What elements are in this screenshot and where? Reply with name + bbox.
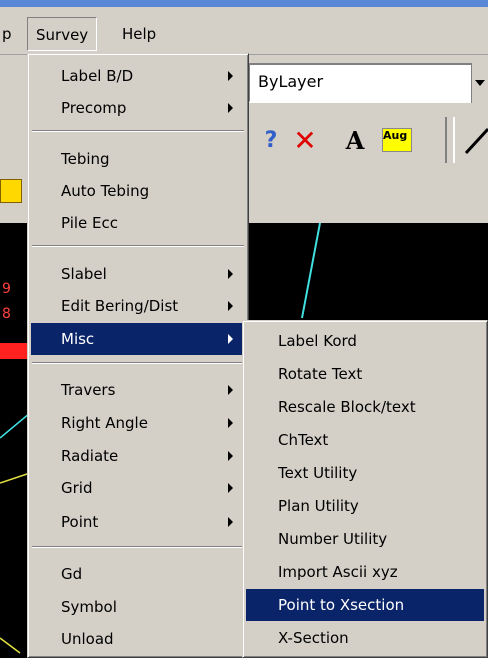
chevron-right-icon <box>228 103 233 113</box>
text-a-icon[interactable]: A <box>340 123 370 157</box>
misc-submenu: Label Kord Rotate Text Rescale Block/tex… <box>242 320 488 658</box>
chevron-right-icon <box>228 301 233 311</box>
menu-item-radiate[interactable]: Radiate <box>31 440 245 472</box>
chevron-right-icon <box>228 451 233 461</box>
chevron-down-icon[interactable] <box>471 63 488 103</box>
toolbar-left-edge <box>0 117 8 157</box>
menu-item-symbol[interactable]: Symbol <box>31 591 245 623</box>
chevron-right-icon <box>228 71 233 81</box>
menu-item-pile-ecc[interactable]: Pile Ecc <box>31 207 245 239</box>
submenu-item-plan-utility[interactable]: Plan Utility <box>246 490 484 522</box>
chevron-right-icon <box>228 385 233 395</box>
menubar-item-survey[interactable]: Survey <box>27 17 98 51</box>
aug-icon[interactable]: Aug <box>382 123 412 157</box>
menu-item-grid[interactable]: Grid <box>31 472 245 504</box>
window-titlebar <box>0 0 488 7</box>
chevron-right-icon <box>228 334 233 344</box>
chevron-right-icon <box>228 517 233 527</box>
menu-item-unload[interactable]: Unload <box>31 623 245 655</box>
toolbar-separator <box>445 117 455 163</box>
line-tool-icon[interactable] <box>458 127 488 155</box>
chevron-right-icon <box>228 269 233 279</box>
close-icon[interactable]: ✕ <box>290 123 320 157</box>
submenu-item-rescale-block-text[interactable]: Rescale Block/text <box>246 391 484 423</box>
layer-combo-value: ByLayer <box>258 72 324 91</box>
submenu-item-number-utility[interactable]: Number Utility <box>246 523 484 555</box>
menu-item-edit-bering-dist[interactable]: Edit Bering/Dist <box>31 290 245 322</box>
toolbar-yellow-icon[interactable] <box>0 179 22 203</box>
menu-item-tebing[interactable]: Tebing <box>31 143 245 175</box>
submenu-item-text-utility[interactable]: Text Utility <box>246 457 484 489</box>
menu-item-travers[interactable]: Travers <box>31 374 245 406</box>
survey-menu: Label B/D Precomp Tebing Auto Tebing Pil… <box>27 53 249 658</box>
submenu-item-chtext[interactable]: ChText <box>246 424 484 456</box>
menu-item-precomp[interactable]: Precomp <box>31 92 245 124</box>
menu-item-right-angle[interactable]: Right Angle <box>31 407 245 439</box>
menu-bar: p Survey Help <box>0 7 488 55</box>
layer-combo[interactable]: ByLayer <box>248 63 488 103</box>
submenu-item-import-ascii-xyz[interactable]: Import Ascii xyz <box>246 556 484 588</box>
submenu-item-rotate-text[interactable]: Rotate Text <box>246 358 484 390</box>
menubar-item-partial[interactable]: p <box>0 17 20 51</box>
svg-text:9: 9 <box>2 281 11 297</box>
chevron-right-icon <box>228 418 233 428</box>
menu-separator <box>32 362 244 364</box>
menu-item-misc[interactable]: Misc <box>31 323 245 355</box>
menu-item-auto-tebing[interactable]: Auto Tebing <box>31 175 245 207</box>
help-icon[interactable]: ? <box>256 123 286 157</box>
submenu-item-point-to-xsection[interactable]: Point to Xsection <box>246 589 484 621</box>
menu-item-point[interactable]: Point <box>31 506 245 538</box>
menu-separator <box>32 546 244 548</box>
chevron-right-icon <box>228 483 233 493</box>
aug-icon-box: Aug <box>382 128 412 152</box>
menu-separator <box>32 245 244 247</box>
menu-item-gd[interactable]: Gd <box>31 558 245 590</box>
menu-item-slabel[interactable]: Slabel <box>31 258 245 290</box>
svg-text:8: 8 <box>2 306 11 322</box>
menu-separator <box>32 130 244 132</box>
menu-item-label-bd[interactable]: Label B/D <box>31 60 245 92</box>
submenu-item-label-kord[interactable]: Label Kord <box>246 325 484 357</box>
submenu-item-x-section[interactable]: X-Section <box>246 622 484 654</box>
menubar-item-help[interactable]: Help <box>114 17 164 51</box>
